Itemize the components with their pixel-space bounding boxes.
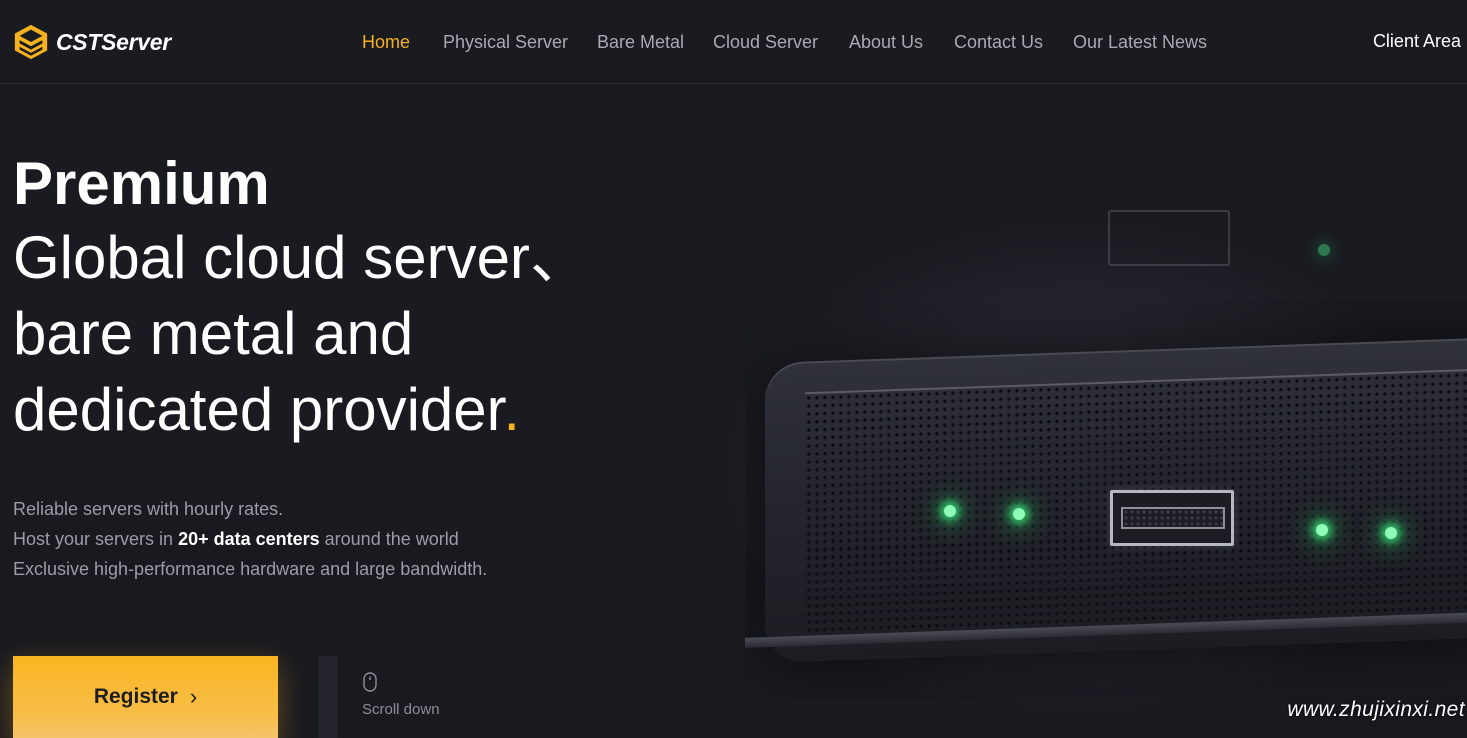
server-led <box>1385 527 1397 539</box>
headline-line-text: dedicated provider <box>13 376 504 443</box>
server-led <box>1013 508 1025 520</box>
nav-item-cloud-server[interactable]: Cloud Server <box>713 32 818 53</box>
scroll-down-label: Scroll down <box>362 701 440 718</box>
server-rack-image <box>745 300 1467 700</box>
scroll-divider <box>318 656 338 738</box>
stacked-layers-logo-icon <box>14 24 48 60</box>
description-highlight: 20+ data centers <box>178 529 320 549</box>
server-led <box>1316 524 1328 536</box>
brand-name: CSTServer <box>56 28 171 55</box>
register-label: Register <box>93 685 178 708</box>
headline-line-last: dedicated provider. <box>13 372 633 448</box>
server-top-plate <box>1108 210 1230 266</box>
scroll-down-link[interactable]: Scroll down <box>362 672 440 718</box>
brand-logo[interactable]: CSTServer <box>12 22 171 62</box>
description-line: Exclusive high-performance hardware and … <box>13 559 488 579</box>
chevron-right-icon: › <box>189 684 198 709</box>
site-watermark: www.zhujixinxi.net <box>1287 698 1465 721</box>
mouse-icon <box>363 672 377 692</box>
description-text: around the world <box>319 529 459 549</box>
description-line: Host your servers in 20+ data centers ar… <box>13 524 487 554</box>
server-front-badge <box>1110 490 1234 546</box>
description-text: Host your servers in <box>13 529 179 549</box>
nav-item-physical-server[interactable]: Physical Server <box>443 32 568 53</box>
client-area-link[interactable]: Client Area <box>1373 31 1461 52</box>
register-button[interactable]: Register › <box>13 656 278 738</box>
headline-line: bare metal and <box>13 300 414 367</box>
nav-item-home[interactable]: Home <box>362 32 410 53</box>
nav-item-about-us[interactable]: About Us <box>849 32 923 53</box>
nav-item-contact-us[interactable]: Contact Us <box>954 32 1043 53</box>
headline-bold-text: Premium <box>13 150 270 217</box>
server-led-dim <box>1318 244 1330 256</box>
top-navigation: CSTServer Home Physical Server Bare Meta… <box>0 0 1467 84</box>
server-led <box>944 505 956 517</box>
hero-headline: Premium Global cloud server、 bare metal … <box>13 148 633 448</box>
description-line: Reliable servers with hourly rates. <box>13 499 284 519</box>
nav-item-bare-metal[interactable]: Bare Metal <box>597 32 684 53</box>
hero-description: Reliable servers with hourly rates. Host… <box>13 494 487 584</box>
headline-accent-dot: . <box>503 376 521 443</box>
headline-line: Global cloud server、 <box>13 224 590 291</box>
nav-item-latest-news[interactable]: Our Latest News <box>1073 32 1207 53</box>
